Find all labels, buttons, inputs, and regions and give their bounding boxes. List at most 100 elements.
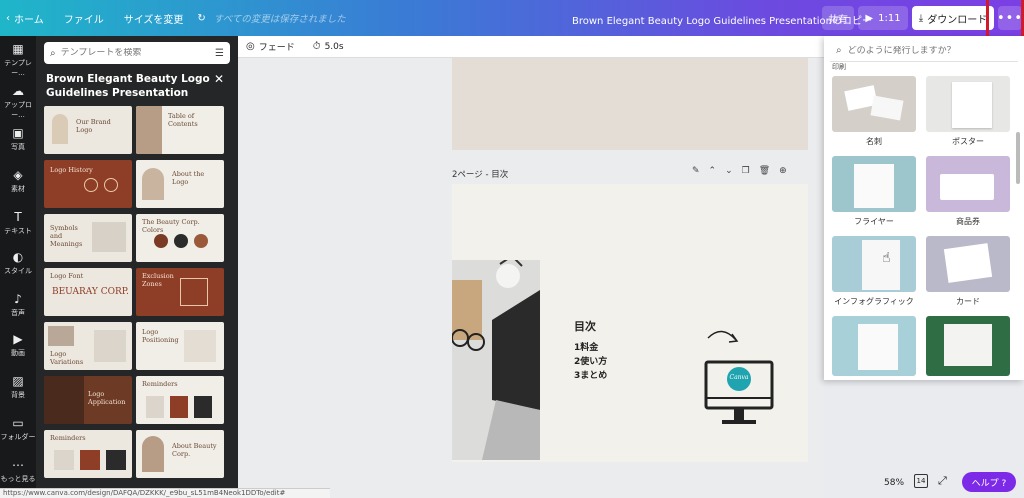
desk-photo [452,260,540,460]
cloud-upload-icon: ☁ [12,84,24,98]
exclusion-zone-box [180,278,208,306]
image-icon: ▣ [12,126,24,140]
more-dots-icon: ⋯ [12,458,24,472]
help-button[interactable]: ヘルプ ? [962,472,1016,492]
chevron-down-icon[interactable]: ⌄ [725,166,733,176]
rail-item-text[interactable]: T テキスト [0,210,36,236]
template-search-box[interactable]: ⌕ ☰ [44,42,230,64]
search-icon: ⌕ [50,47,56,59]
monitor-icon [704,330,774,424]
chevron-up-icon[interactable]: ⌃ [709,166,717,176]
template-thumb[interactable]: Reminders [44,430,132,478]
rail-item-uploads[interactable]: ☁ アップロー... [0,84,36,120]
monitor-illustration[interactable]: Canva [698,328,780,441]
template-thumb[interactable]: Logo Font BEUARAY CORP. [44,268,132,316]
template-thumb[interactable]: Table of Contents [136,106,224,154]
rail-item-video[interactable]: ▶ 動画 [0,332,36,358]
template-thumb[interactable]: Logo Application [44,376,132,424]
print-option[interactable] [926,316,1010,376]
publish-search-box[interactable]: ⌕ [830,40,1018,62]
rail-item-styles[interactable]: ◐ スタイル [0,250,36,276]
rail-item-templates[interactable]: ▦ テンプレー... [0,42,36,78]
rail-item-folders[interactable]: ▭ フォルダー [0,416,36,442]
print-option-poster[interactable] [926,76,1010,132]
video-icon: ▶ [13,332,23,346]
print-option[interactable] [832,316,916,376]
rail-item-more[interactable]: ⋯ もっと見る [0,458,36,484]
duration-button[interactable]: 5.0s [325,42,344,52]
publish-panel: ⌕ 印刷 名刺 ポスター フライヤー 商品券 ☝ インフォグラフィック カード [824,36,1024,380]
download-icon: ⤓ [918,12,924,24]
shapes-icon: ◈ [13,168,23,182]
close-icon[interactable]: ✕ [214,72,224,86]
template-thumb[interactable]: Symbols and Meanings [44,214,132,262]
card-mockup [943,243,993,283]
note-icon[interactable]: ✎ [692,166,700,176]
publish-search-input[interactable] [847,45,1012,56]
trash-icon[interactable]: 🗑 [759,166,770,176]
template-panel-title: Brown Elegant Beauty Logo Guidelines Pre… [46,73,210,99]
symbol-icon [104,178,118,192]
page-count-button[interactable]: 14 [914,474,928,488]
template-search-input[interactable] [60,48,211,58]
print-option-card[interactable] [926,236,1010,292]
publish-panel-scrollbar[interactable] [1016,132,1020,184]
transition-button[interactable]: フェード [259,40,295,53]
file-menu[interactable]: ファイル [54,11,114,26]
print-option-business-card[interactable] [832,76,916,132]
page-tools: ✎ ⌃ ⌄ ❐ 🗑 ⊕ [692,166,787,176]
color-swatch [194,234,208,248]
resize-menu[interactable]: サイズを変更 [114,11,194,26]
print-option-gift-card[interactable] [926,156,1010,212]
duplicate-icon[interactable]: ❐ [742,166,750,176]
rail-item-elements[interactable]: ◈ 素材 [0,168,36,194]
template-thumb[interactable]: Reminders [136,376,224,424]
photo-block [44,376,84,424]
download-button[interactable]: ⤓ ダウンロード [912,6,994,30]
toc-item[interactable]: 2使い方 [574,354,607,367]
template-thumb[interactable]: The Beauty Corp. Colors [136,214,224,262]
fullscreen-icon[interactable]: ⤢ [938,474,947,488]
rail-item-audio[interactable]: ♪ 音声 [0,292,36,318]
redo-icon[interactable]: ↻ [193,13,209,24]
rail-item-photos[interactable]: ▣ 写真 [0,126,36,152]
card-block [146,396,164,418]
color-swatch [174,234,188,248]
palette-icon: ◐ [12,250,24,264]
template-thumb[interactable]: Exclusion Zones [136,268,224,316]
filter-icon[interactable]: ☰ [215,48,224,59]
template-thumb[interactable]: Logo Positioning [136,322,224,370]
share-button[interactable]: 共有 [822,6,854,30]
print-option-infographic[interactable]: ☝ [832,236,916,292]
toc-title[interactable]: 目次 [574,318,596,334]
card-block [54,450,74,470]
present-button[interactable]: ▶ 1:11 [858,6,908,30]
background-icon: ▨ [12,374,24,388]
template-thumb[interactable]: About Beauty Corp. [136,430,224,478]
page-label[interactable]: 2ページ - 目次 [452,168,508,180]
template-thumb[interactable]: About the Logo [136,160,224,208]
previous-page[interactable] [452,58,808,150]
toc-item[interactable]: 3まとめ [574,368,607,381]
zoom-level[interactable]: 58% [884,478,904,488]
desk-photo-illustration [452,260,540,460]
slide-page[interactable]: 目次 1料金 2使い方 3まとめ Canva [452,184,808,462]
card-mockup [870,95,904,121]
photo-block [48,326,74,346]
positioning-grid [184,330,216,362]
toc-item[interactable]: 1料金 [574,340,598,353]
print-option-flyer[interactable] [832,156,916,212]
transition-icon[interactable]: ◎ [246,41,255,52]
editor-toolbar: ◎ フェード ⏱ 5.0s [238,36,824,58]
poster-mockup [952,82,992,128]
canvas-area: 2ページ - 目次 ✎ ⌃ ⌄ ❐ 🗑 ⊕ 目次 1料金 2使い方 3まとめ C… [238,58,824,498]
rail-item-background[interactable]: ▨ 背景 [0,374,36,400]
home-button[interactable]: ‹ ホーム [0,11,54,26]
arch-shape [52,114,68,144]
add-page-icon[interactable]: ⊕ [779,166,787,176]
timer-icon[interactable]: ⏱ [313,41,321,52]
template-thumb[interactable]: Our Brand Logo [44,106,132,154]
template-thumb[interactable]: Logo History [44,160,132,208]
template-thumb[interactable]: Logo Variations [44,322,132,370]
print-mockup [944,324,992,366]
